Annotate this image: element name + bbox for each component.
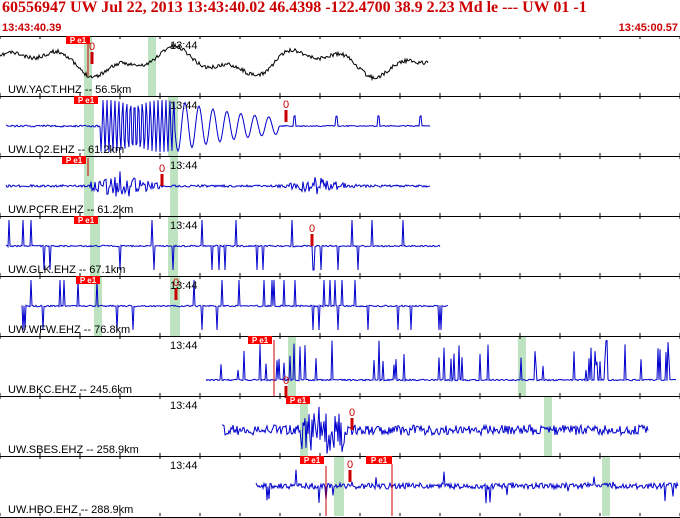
pick-label: P e1 — [252, 336, 269, 345]
origin-marker — [350, 418, 354, 430]
origin-marker-label: 0 — [283, 375, 289, 387]
pick-label: P e1 — [66, 156, 83, 165]
origin-marker-label: 0 — [349, 407, 355, 419]
channel-panel: P e1 0 13:44 UW.SBES.EHZ -- 258.9km — [0, 396, 680, 456]
origin-marker — [160, 174, 164, 186]
waveform-trace — [0, 42, 429, 82]
time-label: 13:44 — [170, 100, 198, 112]
pick-window — [518, 336, 526, 396]
waveform-trace — [5, 171, 431, 197]
channel-panel: P e1 P e1 0 13:44 UW.HBO.EHZ -- 288.9km — [0, 456, 680, 516]
header: 60556947 UW Jul 22, 2013 13:43:40.02 46.… — [0, 0, 680, 36]
channel-panel: P e1 0 13:44 UW.LO2.EHZ -- 61.2km — [0, 96, 680, 156]
channel-panel: P e1 013:44UW.WFW.EHZ -- 76.8km — [0, 276, 680, 336]
pick-window — [544, 396, 552, 456]
time-label: 13:44 — [170, 460, 198, 472]
channel-label: UW.PCFR.EHZ -- 61.2km — [8, 204, 133, 216]
channel-panel: P e10 13:44 UW.YACT.HHZ -- 56.5km — [0, 36, 680, 96]
pick-label: P e1 — [78, 216, 95, 225]
pick-label-2: P e1 — [371, 456, 388, 465]
pick-label: P e1 — [78, 96, 95, 105]
time-label: 13:44 — [170, 400, 198, 412]
channel-label: UW.LO2.EHZ -- 61.2km — [8, 144, 124, 156]
time-label: 13:44 — [170, 40, 198, 52]
pick-window — [602, 456, 610, 516]
channel-label: UW.GLK.EHZ -- 67.1km — [8, 264, 125, 276]
waveform-trace — [205, 339, 677, 383]
pick-label: P e1 — [304, 456, 321, 465]
pick-label: P e1 — [80, 276, 97, 285]
end-time: 13:45:00.57 — [618, 22, 678, 34]
origin-marker — [348, 470, 352, 482]
channel-label: UW.YACT.HHZ -- 56.5km — [8, 84, 131, 96]
time-label: 13:44 — [170, 340, 198, 352]
waveform-trace — [255, 469, 679, 504]
pick-window — [148, 36, 156, 96]
pick-label: P e1 — [290, 396, 307, 405]
origin-marker-label: 0 — [283, 99, 289, 111]
origin-marker-label: 0 — [347, 459, 353, 471]
waveform-trace — [222, 406, 649, 454]
origin-marker-label: 0 — [309, 223, 315, 235]
channel-label: UW.WFW.EHZ -- 76.8km — [8, 324, 130, 336]
waveform-trace — [5, 219, 441, 271]
channel-panel: P e1 0 13:44 UW.PCFR.EHZ -- 61.2km — [0, 156, 680, 216]
origin-marker — [310, 234, 314, 246]
origin-marker-label: 0 — [159, 163, 165, 175]
seismogram-panel[interactable]: P e10 13:44UW.YACT.HHZ -- 56.5kmP e1 013:4… — [0, 36, 680, 518]
pick-label: P e1 — [70, 36, 87, 45]
time-label: 13:44 — [170, 280, 198, 292]
origin-marker — [90, 52, 94, 64]
waveform-trace — [21, 279, 449, 331]
channel-label: UW.BKC.EHZ -- 245.6km — [8, 384, 132, 396]
channel-label: UW.HBO.EHZ -- 288.9km — [8, 504, 133, 516]
time-label: 13:44 — [170, 220, 198, 232]
time-label: 13:44 — [170, 160, 198, 172]
start-time: 13:43:40.39 — [2, 22, 62, 34]
origin-marker — [284, 110, 288, 122]
channel-label: UW.SBES.EHZ -- 258.9km — [8, 444, 139, 456]
channel-panel: P e1 0 13:44 UW.BKC.EHZ -- 245.6km — [0, 336, 680, 398]
origin-marker-label: 0 — [89, 41, 95, 53]
channel-panel: P e1 0 13:44 UW.GLK.EHZ -- 67.1km — [0, 216, 680, 276]
event-title: 60556947 UW Jul 22, 2013 13:43:40.02 46.… — [2, 0, 587, 16]
